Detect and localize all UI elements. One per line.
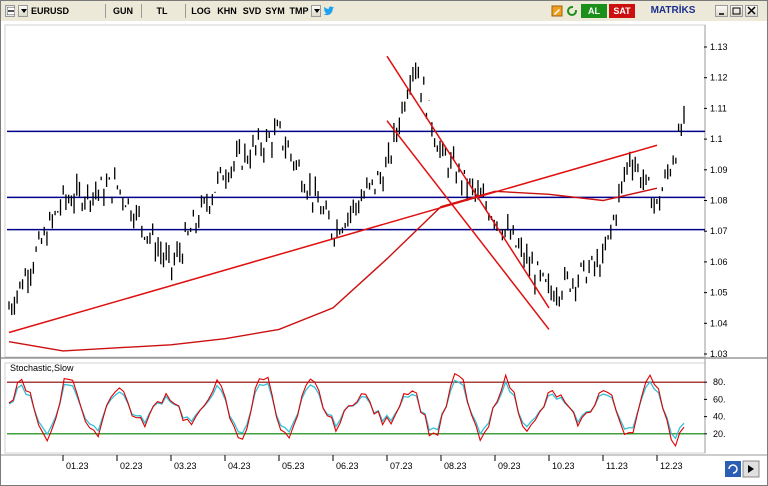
price-tick-label: 1.09 [710,165,728,175]
time-tick-label: 12.23 [660,461,683,471]
stochastic-tick-label: 60. [713,394,726,404]
price-tick-label: 1.04 [710,318,728,328]
price-tick-label: 1.12 [710,73,728,83]
brand-logo: MATRİKS [650,5,696,16]
stochastic-tick-label: 80. [713,377,726,387]
tmp-button[interactable]: TMP [287,4,311,18]
time-tick-label: 01.23 [66,461,89,471]
price-tick-label: 1.07 [710,226,728,236]
period-button[interactable]: GUN [109,4,137,18]
sym-button[interactable]: SYM [264,4,286,18]
time-tick-label: 10.23 [552,461,575,471]
price-tick-label: 1.1 [710,134,723,144]
currency-button[interactable]: TL [145,4,179,18]
price-chart[interactable]: 1.13 1.12 1.11 1.1 1.09 1.08 1.07 1.06 1.05 1.04 1… [1,21,767,485]
close-icon[interactable] [745,5,758,17]
time-tick-label: 06.23 [336,461,359,471]
price-tick-label: 1.11 [710,103,727,113]
time-tick-label: 07.23 [390,461,413,471]
time-tick-label: 11.23 [606,461,628,471]
time-tick-label: 05.23 [282,461,305,471]
chart-background [1,21,767,485]
sync-icon[interactable] [725,461,741,477]
price-tick-label: 1.08 [710,196,728,206]
price-tick-label: 1.06 [710,257,728,267]
help-icon[interactable] [715,5,728,17]
menu-arrow-icon[interactable] [311,5,321,17]
twitter-icon[interactable] [323,4,335,18]
time-tick-label: 09.23 [498,461,521,471]
log-scale-button[interactable]: LOG [189,4,213,18]
toolbar: EURUSD GUN TL LOG KHN SVD SYM TMP AL SAT… [1,1,767,22]
time-tick-label: 04.23 [228,461,251,471]
time-tick-label: 08.23 [444,461,467,471]
indicator-label: Stochastic,Slow [10,363,74,373]
time-tick-label: 03.23 [174,461,197,471]
refresh-icon[interactable] [566,4,578,18]
svd-button[interactable]: SVD [241,4,263,18]
sell-button[interactable]: SAT [609,4,635,18]
buy-button[interactable]: AL [581,4,607,18]
window-menu-icon[interactable] [5,5,15,17]
khn-button[interactable]: KHN [215,4,239,18]
time-tick-label: 02.23 [120,461,143,471]
symbol-dropdown-icon[interactable] [18,5,28,17]
minimize-icon[interactable] [730,5,743,17]
price-tick-label: 1.03 [710,349,728,359]
stochastic-tick-label: 20. [713,429,726,439]
price-tick-label: 1.13 [710,42,728,52]
pencil-icon[interactable] [551,4,563,18]
symbol-field[interactable]: EURUSD [31,4,89,18]
chart-window: EURUSD GUN TL LOG KHN SVD SYM TMP AL SAT… [0,0,768,486]
stochastic-tick-label: 40. [713,412,726,422]
price-tick-label: 1.05 [710,288,728,298]
